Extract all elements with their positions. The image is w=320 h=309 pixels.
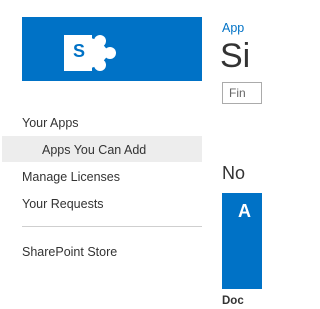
nav-your-requests[interactable]: Your Requests	[22, 196, 104, 212]
sharepoint-logo[interactable]: S	[22, 17, 202, 81]
nav-sharepoint-store[interactable]: SharePoint Store	[22, 244, 117, 260]
logo-letter: S	[72, 41, 85, 61]
nav-divider	[22, 226, 202, 227]
app-tile[interactable]: A	[222, 193, 262, 289]
sharepoint-logo-icon	[64, 35, 116, 71]
section-heading: No	[222, 163, 246, 183]
nav-your-apps[interactable]: Your Apps	[22, 115, 79, 131]
nav-apps-you-can-add[interactable]: Apps You Can Add	[2, 136, 202, 162]
search-input[interactable]: Fin	[222, 82, 262, 104]
nav-manage-licenses[interactable]: Manage Licenses	[22, 169, 120, 185]
app-tile-name[interactable]: Doc	[222, 295, 244, 307]
nav-apps-you-can-add-label: Apps You Can Add	[42, 143, 147, 157]
search-placeholder: Fin	[229, 86, 246, 100]
page-title: Si	[220, 37, 251, 75]
app-tile-icon: A	[238, 201, 251, 221]
breadcrumb[interactable]: App	[222, 21, 244, 35]
